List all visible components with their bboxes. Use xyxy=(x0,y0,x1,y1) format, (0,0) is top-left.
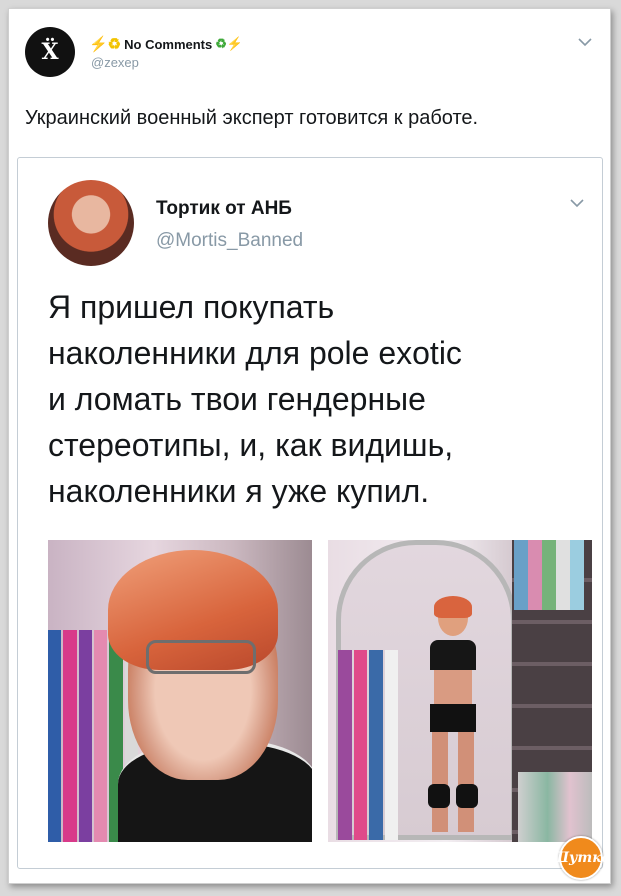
quoted-text-line: наколенники для pole exotic xyxy=(48,335,462,371)
floor-items xyxy=(518,772,592,842)
glasses xyxy=(146,640,256,674)
quoted-display-name[interactable]: Тортик от АНБ xyxy=(156,198,292,220)
outer-tweet-text: Украинский военный эксперт готовится к р… xyxy=(25,107,479,129)
watermark-text: Шутка xyxy=(551,850,611,866)
quoted-text-line: и ломать твои гендерные xyxy=(48,381,426,417)
mannequin-legs xyxy=(514,540,584,610)
outer-handle[interactable]: @zexep xyxy=(91,55,139,70)
clothes-rack xyxy=(338,650,398,840)
outer-display-name[interactable]: ⚡♻ No Comments ♻⚡ xyxy=(89,35,243,53)
decor-left-icon: ⚡♻ xyxy=(89,36,122,53)
tweet-screenshot: Ẍ ⚡♻ No Comments ♻⚡ @zexep Украинский во… xyxy=(8,8,611,884)
quoted-tweet-text: Я пришел покупать наколенники для pole e… xyxy=(48,284,588,514)
photo-selfie[interactable] xyxy=(48,540,312,842)
quoted-handle[interactable]: @Mortis_Banned xyxy=(156,230,303,252)
chevron-down-icon[interactable] xyxy=(570,196,584,210)
decor-right-icon: ♻⚡ xyxy=(215,36,244,51)
watermark-logo: Шутка xyxy=(551,836,611,880)
outer-display-name-text: No Comments xyxy=(124,36,213,52)
quoted-tweet-card[interactable]: Тортик от АНБ @Mortis_Banned Я пришел по… xyxy=(17,157,603,869)
photo-mirror[interactable] xyxy=(328,540,592,842)
quoted-text-line: наколенники я уже купил. xyxy=(48,473,430,509)
quoted-text-line: Я пришел покупать xyxy=(48,289,335,325)
outer-avatar[interactable]: Ẍ xyxy=(25,27,75,77)
quoted-avatar[interactable] xyxy=(48,180,134,266)
chevron-down-icon[interactable] xyxy=(578,35,592,49)
outer-avatar-letter: Ẍ xyxy=(41,39,59,65)
person-figure xyxy=(420,596,490,840)
quoted-text-line: стереотипы, и, как видишь, xyxy=(48,427,454,463)
